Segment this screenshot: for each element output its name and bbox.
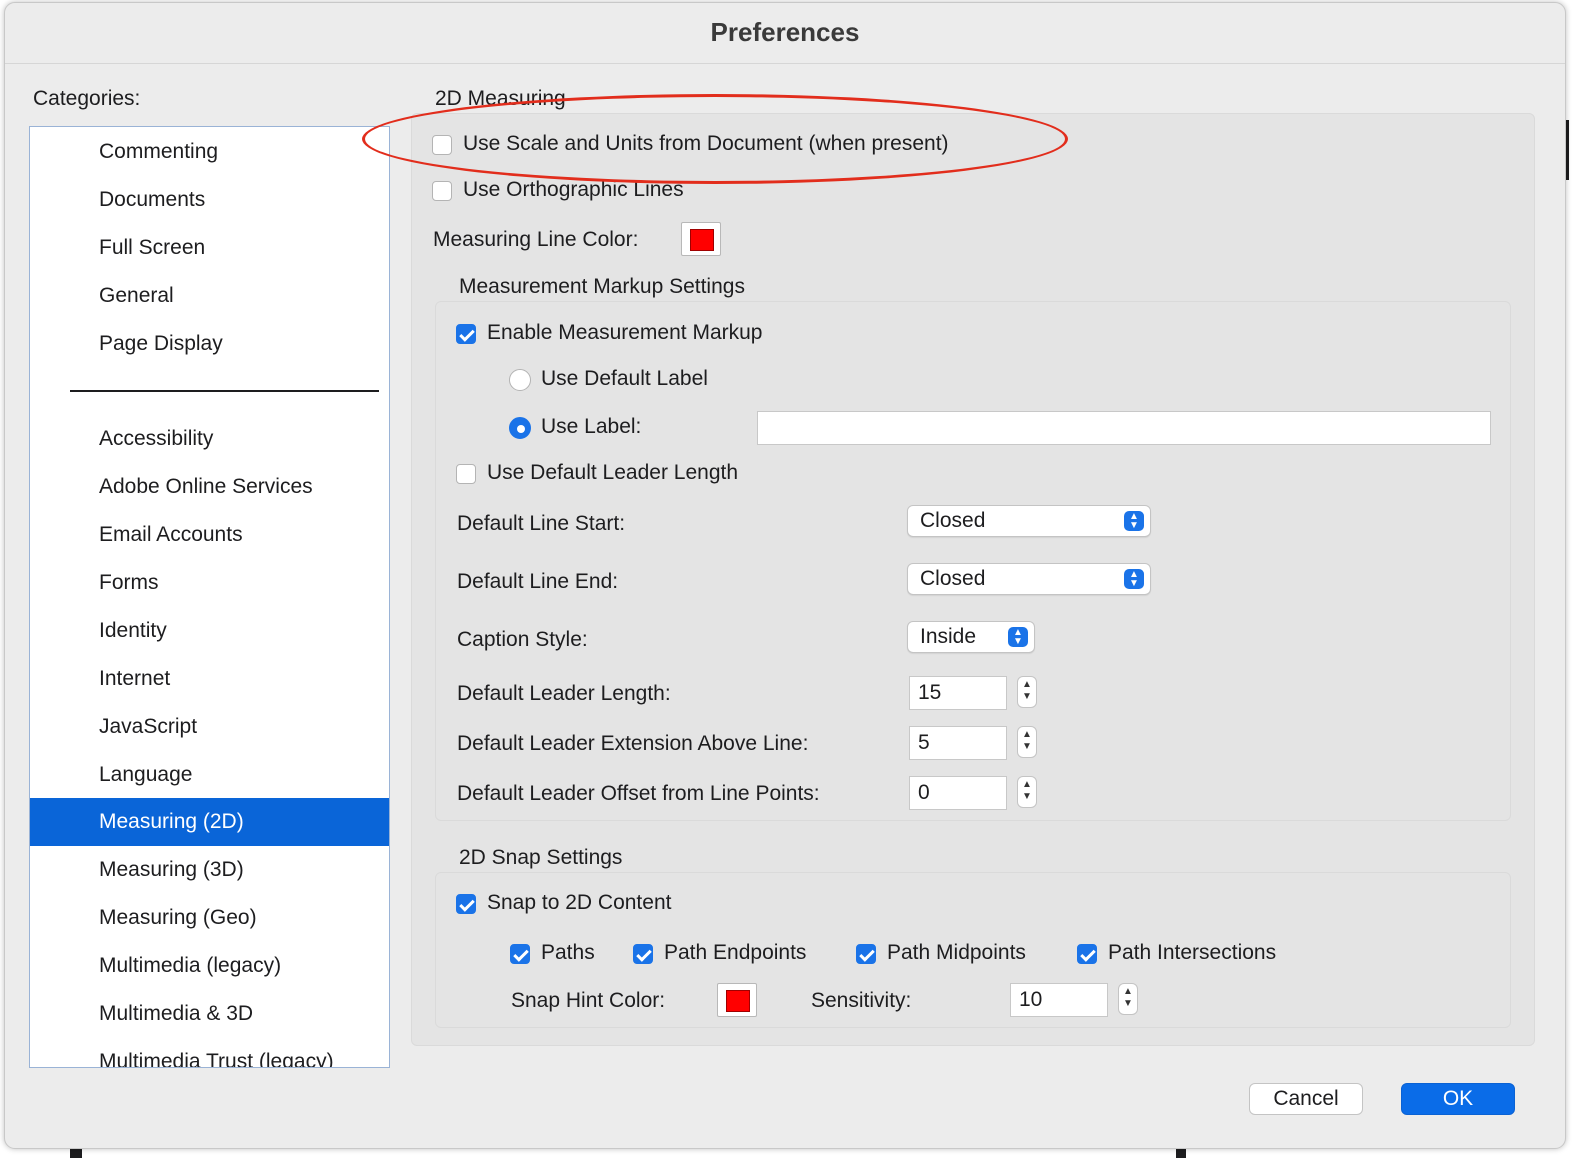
intersections-checkbox[interactable] xyxy=(1077,944,1097,964)
caption-style-label: Caption Style: xyxy=(457,628,588,651)
markup-section-title: Measurement Markup Settings xyxy=(459,275,745,298)
snap-section-title: 2D Snap Settings xyxy=(459,846,623,869)
line-color-label: Measuring Line Color: xyxy=(433,228,639,251)
dialog-title: Preferences xyxy=(5,3,1565,64)
snap-hint-color-fill xyxy=(726,990,750,1012)
category-item[interactable]: Internet xyxy=(30,655,389,703)
snap-content-label: Snap to 2D Content xyxy=(487,891,672,914)
paths-checkbox[interactable] xyxy=(510,944,530,964)
endpoints-checkbox[interactable] xyxy=(633,944,653,964)
caption-style-value: Inside xyxy=(920,625,977,648)
category-item[interactable]: Multimedia Trust (legacy) xyxy=(30,1038,389,1067)
snap-hint-color-swatch[interactable] xyxy=(717,983,757,1017)
categories-list[interactable]: Commenting Documents Full Screen General… xyxy=(29,126,390,1068)
category-item[interactable]: Multimedia & 3D xyxy=(30,990,389,1038)
leader-length-stepper[interactable]: ▲ ▼ xyxy=(1017,676,1037,708)
midpoints-checkbox[interactable] xyxy=(856,944,876,964)
label-text-input[interactable] xyxy=(757,411,1491,445)
updown-arrows-icon: ▲ ▼ xyxy=(1124,569,1144,589)
category-item[interactable]: Documents xyxy=(30,176,389,224)
background-window-fragment xyxy=(1176,1148,1186,1158)
cancel-button[interactable]: Cancel xyxy=(1249,1083,1363,1115)
leader-offset-input[interactable]: 0 xyxy=(909,776,1007,810)
leader-extension-input[interactable]: 5 xyxy=(909,726,1007,760)
category-item[interactable]: Measuring (3D) xyxy=(30,846,389,894)
leader-extension-stepper[interactable]: ▲ ▼ xyxy=(1017,726,1037,758)
sensitivity-label: Sensitivity: xyxy=(811,989,912,1012)
preferences-dialog: Preferences Categories: Commenting Docum… xyxy=(4,2,1566,1149)
snap-content-checkbox[interactable] xyxy=(456,894,476,914)
paths-label: Paths xyxy=(541,941,595,964)
leader-offset-label: Default Leader Offset from Line Points: xyxy=(457,782,820,805)
use-label-radio[interactable] xyxy=(509,417,531,439)
category-item[interactable]: Commenting xyxy=(30,128,389,176)
measuring-section-title: 2D Measuring xyxy=(435,87,566,110)
category-item[interactable]: JavaScript xyxy=(30,703,389,751)
ok-button[interactable]: OK xyxy=(1401,1083,1515,1115)
line-end-label: Default Line End: xyxy=(457,570,619,593)
line-end-value: Closed xyxy=(920,567,986,590)
category-item[interactable]: Full Screen xyxy=(30,224,389,272)
use-ortho-checkbox[interactable] xyxy=(432,181,452,201)
categories-heading: Categories: xyxy=(33,87,141,110)
use-default-label-text: Use Default Label xyxy=(541,367,708,390)
line-start-value: Closed xyxy=(920,509,986,532)
category-separator xyxy=(70,390,379,392)
background-window-fragment xyxy=(1566,120,1569,180)
category-item[interactable]: General xyxy=(30,272,389,320)
updown-arrows-icon: ▲ ▼ xyxy=(1008,627,1028,647)
category-item[interactable]: Multimedia (legacy) xyxy=(30,942,389,990)
intersections-label: Path Intersections xyxy=(1108,941,1277,964)
use-ortho-label: Use Orthographic Lines xyxy=(463,178,684,201)
line-start-label: Default Line Start: xyxy=(457,512,626,535)
leader-offset-stepper[interactable]: ▲ ▼ xyxy=(1017,776,1037,808)
leader-extension-label: Default Leader Extension Above Line: xyxy=(457,732,809,755)
use-default-label-radio[interactable] xyxy=(509,369,531,391)
category-item[interactable]: Forms xyxy=(30,559,389,607)
category-item[interactable]: Page Display xyxy=(30,320,389,368)
category-item[interactable]: Identity xyxy=(30,607,389,655)
category-item[interactable]: Accessibility xyxy=(30,415,389,463)
category-item-selected[interactable]: Measuring (2D) xyxy=(30,798,389,846)
enable-markup-checkbox[interactable] xyxy=(456,324,476,344)
endpoints-label: Path Endpoints xyxy=(664,941,807,964)
line-color-fill xyxy=(690,229,714,251)
line-end-select[interactable]: Closed ▲ ▼ xyxy=(907,563,1151,595)
updown-arrows-icon: ▲ ▼ xyxy=(1124,511,1144,531)
leader-length-label: Default Leader Length: xyxy=(457,682,671,705)
enable-markup-label: Enable Measurement Markup xyxy=(487,321,763,344)
category-item[interactable]: Adobe Online Services xyxy=(30,463,389,511)
line-start-select[interactable]: Closed ▲ ▼ xyxy=(907,505,1151,537)
snap-hint-color-label: Snap Hint Color: xyxy=(511,989,666,1012)
midpoints-label: Path Midpoints xyxy=(887,941,1026,964)
use-scale-checkbox[interactable] xyxy=(432,135,452,155)
use-scale-label: Use Scale and Units from Document (when … xyxy=(463,132,949,155)
default-leader-label: Use Default Leader Length xyxy=(487,461,739,484)
sensitivity-input[interactable]: 10 xyxy=(1010,983,1108,1017)
use-label-text: Use Label: xyxy=(541,415,642,438)
category-item[interactable]: Language xyxy=(30,751,389,799)
line-color-swatch[interactable] xyxy=(681,222,721,256)
sensitivity-stepper[interactable]: ▲ ▼ xyxy=(1118,983,1138,1015)
category-item[interactable]: Measuring (Geo) xyxy=(30,894,389,942)
default-leader-checkbox[interactable] xyxy=(456,464,476,484)
background-window-fragment xyxy=(70,1148,82,1158)
category-item[interactable]: Email Accounts xyxy=(30,511,389,559)
leader-length-input[interactable]: 15 xyxy=(909,676,1007,710)
caption-style-select[interactable]: Inside ▲ ▼ xyxy=(907,621,1035,653)
